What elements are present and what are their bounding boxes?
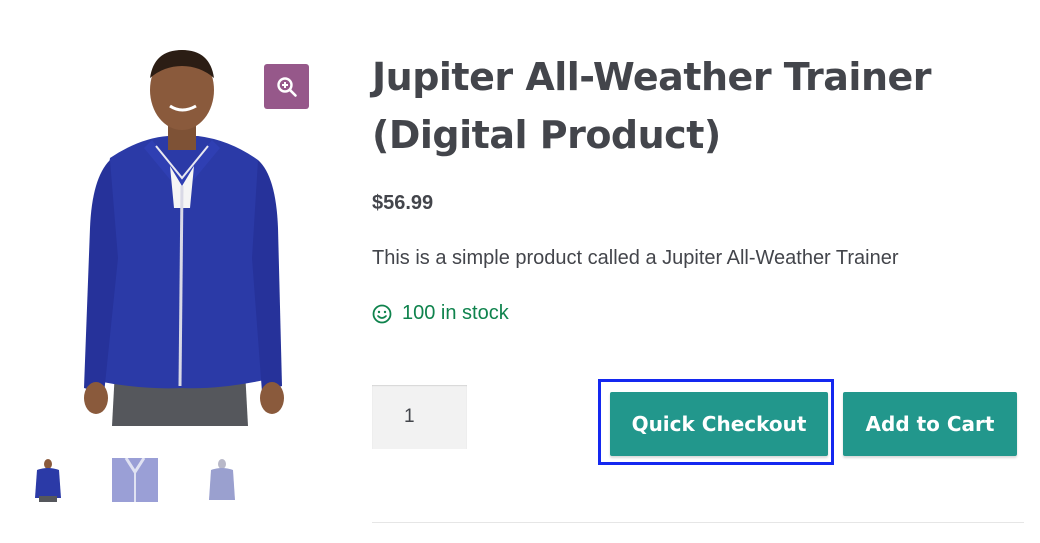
zoom-in-icon — [276, 76, 297, 97]
add-to-cart-form: Quick Checkout Add to Cart — [372, 379, 1022, 465]
product-gallery — [0, 0, 340, 543]
product-title-line2: (Digital Product) — [372, 113, 721, 157]
product-summary: Jupiter All-Weather Trainer (Digital Pro… — [372, 48, 1022, 325]
product-title-line1: Jupiter All-Weather Trainer — [372, 55, 932, 99]
add-to-cart-button[interactable]: Add to Cart — [843, 392, 1017, 456]
divider — [372, 522, 1024, 523]
product-description: This is a simple product called a Jupite… — [372, 247, 899, 269]
thumbnail-back[interactable] — [194, 452, 249, 507]
product-price: $56.99 — [372, 192, 434, 214]
quantity-input[interactable] — [372, 385, 467, 449]
smiley-icon — [372, 304, 392, 323]
thumbnail-detail[interactable] — [107, 452, 162, 507]
product-title: Jupiter All-Weather Trainer (Digital Pro… — [372, 48, 1022, 164]
quick-checkout-button[interactable]: Quick Checkout — [610, 392, 828, 456]
thumbnail-strip — [20, 452, 281, 507]
product-main-image[interactable] — [70, 48, 295, 426]
zoom-button[interactable] — [264, 64, 309, 109]
thumbnail-front[interactable] — [20, 452, 75, 507]
stock-status: 100 in stock — [372, 302, 1022, 325]
stock-text: 100 in stock — [402, 302, 509, 324]
